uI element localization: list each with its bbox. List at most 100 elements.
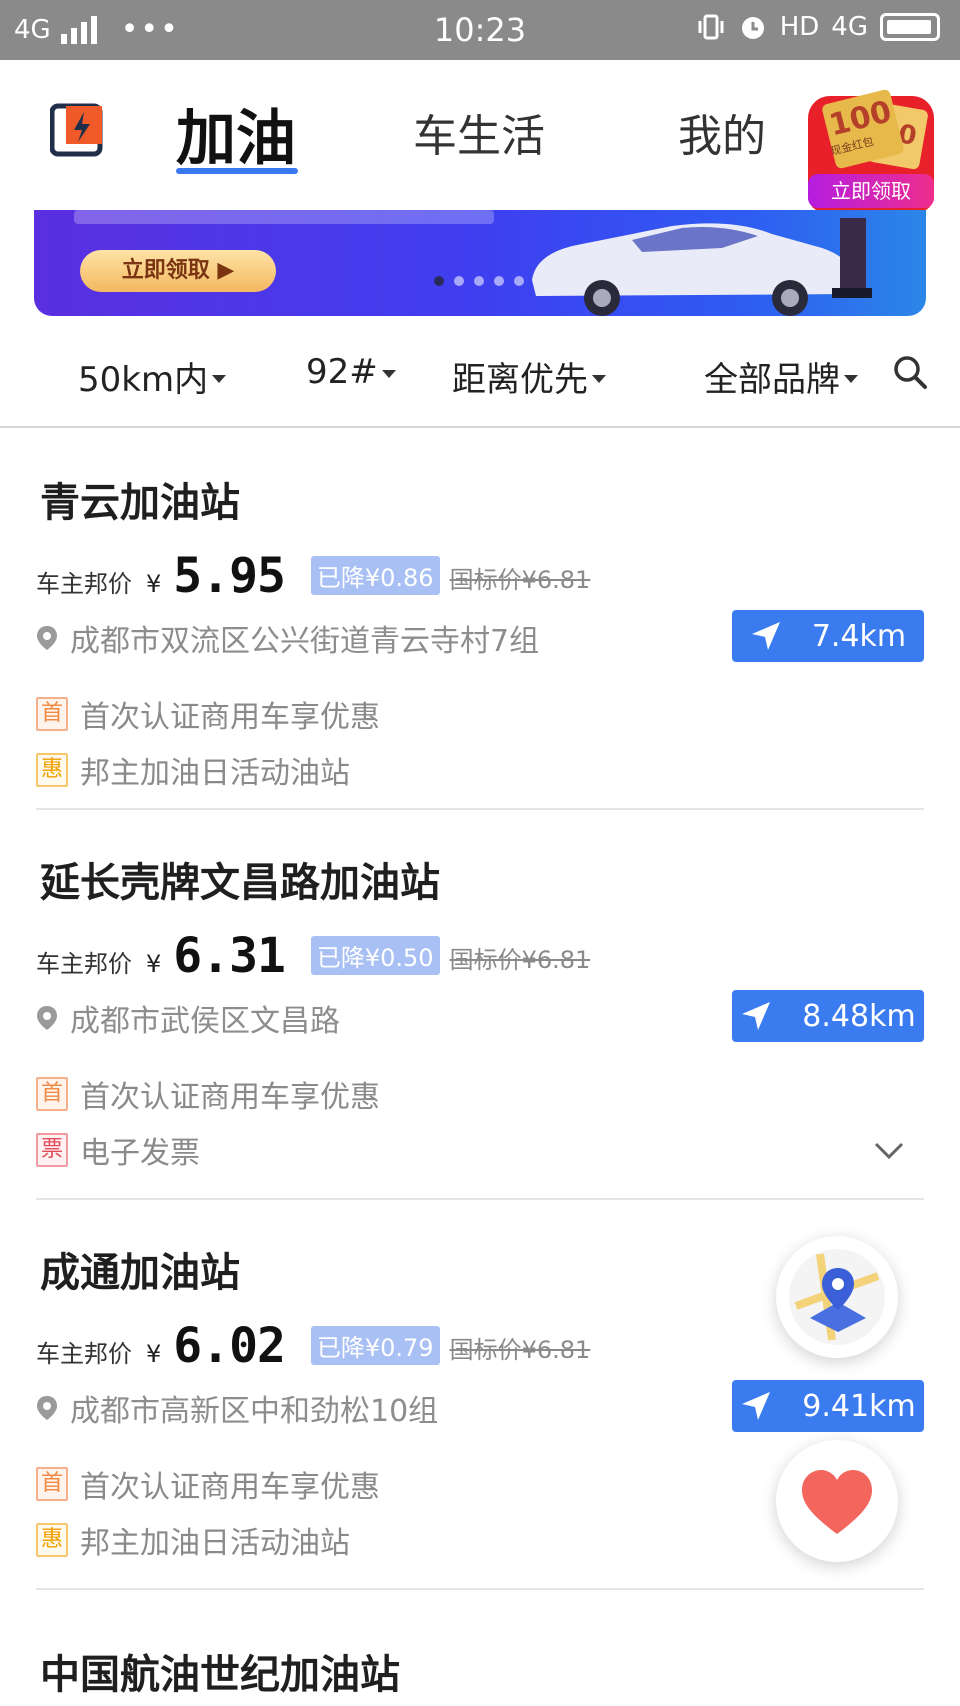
price-value: 5.95 [173, 548, 286, 604]
caret-down-icon [592, 374, 606, 383]
search-icon[interactable] [892, 354, 928, 390]
station-address: 成都市双流区公兴街道青云寺村7组 [70, 624, 540, 659]
first-time-tag: 首 [36, 1467, 68, 1501]
invoice-tag: 票 [36, 1133, 68, 1167]
promo-text: 邦主加油日活动油站 [80, 1526, 350, 1561]
first-time-tag: 首 [36, 1077, 68, 1111]
location-pin-icon [37, 1396, 57, 1420]
filter-sort[interactable]: 距离优先 [452, 352, 606, 401]
standard-price: 国标价¥6.81 [449, 1336, 591, 1364]
filter-bar: 50km内 92# 距离优先 全部品牌 [0, 316, 960, 428]
navigate-button[interactable]: 7.4km [732, 610, 924, 662]
price-drop-badge: 已降¥0.50 [310, 936, 440, 975]
tab-mine[interactable]: 我的 [678, 100, 766, 164]
banner-pager [434, 276, 524, 286]
filter-fuel-type-label: 92# [306, 352, 378, 392]
promo-row: 惠 邦主加油日活动油站 [36, 1518, 350, 1562]
banner-dot[interactable] [434, 276, 444, 286]
banner-claim-button[interactable]: 立即领取 ▶ [80, 250, 276, 292]
filter-fuel-type[interactable]: 92# [306, 352, 396, 392]
tab-car-life[interactable]: 车生活 [413, 100, 545, 164]
banner-title-fragment [74, 210, 494, 224]
distance-label: 8.48km [802, 998, 916, 1034]
yen-symbol: ¥ [146, 1340, 162, 1368]
station-card[interactable]: 延长壳牌文昌路加油站 车主邦价 ¥ 6.31 已降¥0.50 国标价¥6.81 … [36, 810, 924, 1200]
price-row: 车主邦价 ¥ 5.95 已降¥0.86 国标价¥6.81 [36, 548, 590, 604]
navigation-arrow-icon [742, 1392, 771, 1420]
standard-price: 国标价¥6.81 [449, 946, 591, 974]
price-label: 车主邦价 [36, 950, 132, 978]
price-label: 车主邦价 [36, 570, 132, 598]
location-pin-icon [37, 626, 57, 650]
price-row: 车主邦价 ¥ 6.31 已降¥0.50 国标价¥6.81 [36, 928, 590, 984]
station-name[interactable]: 中国航油世纪加油站 [40, 1642, 400, 1700]
address-row: 成都市高新区中和劲松10组 [36, 1386, 438, 1430]
station-name: 延长壳牌文昌路加油站 [40, 860, 440, 906]
discount-tag: 惠 [36, 1523, 68, 1557]
banner-dot[interactable] [454, 276, 464, 286]
station-address: 成都市武侯区文昌路 [70, 1004, 340, 1039]
red-packet-promo[interactable]: 00 100 现金红包 立即领取 [808, 88, 934, 212]
promo-row: 首 首次认证商用车享优惠 [36, 1072, 380, 1116]
promo-row: 首 首次认证商用车享优惠 [36, 692, 380, 736]
filter-brand-label: 全部品牌 [704, 360, 840, 400]
fuel-app-logo-icon[interactable] [50, 102, 104, 158]
caret-down-icon [212, 374, 227, 383]
navigate-button[interactable]: 8.48km [732, 990, 924, 1042]
price-label: 车主邦价 [36, 1340, 132, 1368]
heart-icon [802, 1470, 872, 1534]
standard-price: 国标价¥6.81 [449, 566, 591, 594]
battery-icon [880, 13, 940, 41]
map-view-button[interactable] [776, 1236, 898, 1358]
station-name: 青云加油站 [40, 480, 240, 526]
price-row: 车主邦价 ¥ 6.02 已降¥0.79 国标价¥6.81 [36, 1318, 590, 1374]
promo-row: 票 电子发票 [36, 1128, 200, 1172]
first-time-tag: 首 [36, 697, 68, 731]
map-location-icon [789, 1249, 885, 1345]
promo-text: 首次认证商用车享优惠 [80, 1080, 380, 1115]
promo-text: 首次认证商用车享优惠 [80, 700, 380, 735]
hd-label: HD [779, 12, 820, 42]
caret-down-icon [381, 370, 396, 378]
status-right: HD 4G [696, 12, 940, 42]
address-row: 成都市武侯区文昌路 [36, 996, 340, 1040]
filter-sort-label: 距离优先 [452, 360, 588, 400]
banner-dot[interactable] [474, 276, 484, 286]
location-pin-icon [37, 1006, 57, 1030]
station-card[interactable]: 青云加油站 车主邦价 ¥ 5.95 已降¥0.86 国标价¥6.81 成都市双流… [36, 430, 924, 810]
yen-symbol: ¥ [146, 950, 162, 978]
station-name: 成通加油站 [40, 1250, 240, 1296]
price-drop-badge: 已降¥0.79 [310, 1326, 440, 1365]
promo-text: 邦主加油日活动油站 [80, 756, 350, 791]
price-drop-badge: 已降¥0.86 [310, 556, 440, 595]
status-bar: 4G ••• 10:23 HD 4G [0, 0, 960, 60]
red-packet-claim-button[interactable]: 立即领取 [808, 174, 934, 208]
car-illustration [532, 218, 872, 316]
network-label-right: 4G [831, 12, 868, 42]
filter-distance-label: 50km内 [78, 360, 209, 400]
promo-row: 惠 邦主加油日活动油站 [36, 748, 350, 792]
filter-distance[interactable]: 50km内 [78, 352, 227, 401]
navigate-button[interactable]: 9.41km [732, 1380, 924, 1432]
favorites-button[interactable] [776, 1440, 898, 1562]
caret-down-icon [844, 374, 858, 383]
filter-brand[interactable]: 全部品牌 [704, 352, 858, 401]
station-address: 成都市高新区中和劲松10组 [70, 1394, 439, 1429]
discount-tag: 惠 [36, 753, 68, 787]
price-value: 6.02 [173, 1318, 286, 1374]
promo-banner[interactable]: 立即领取 ▶ [34, 210, 926, 316]
price-value: 6.31 [173, 928, 286, 984]
distance-label: 9.41km [802, 1388, 916, 1424]
promo-text: 电子发票 [80, 1136, 200, 1171]
active-tab-indicator [176, 168, 298, 174]
vibrate-icon [698, 14, 724, 40]
top-nav: 加油 车生活 我的 00 100 现金红包 立即领取 [0, 60, 960, 212]
navigation-arrow-icon [742, 1002, 771, 1030]
banner-dot[interactable] [494, 276, 504, 286]
distance-label: 7.4km [811, 618, 907, 654]
yen-symbol: ¥ [146, 570, 162, 598]
chevron-down-icon[interactable] [874, 1140, 904, 1162]
tab-fuel[interactable]: 加油 [176, 90, 296, 177]
navigation-arrow-icon [751, 622, 780, 650]
promo-text: 首次认证商用车享优惠 [80, 1470, 380, 1505]
